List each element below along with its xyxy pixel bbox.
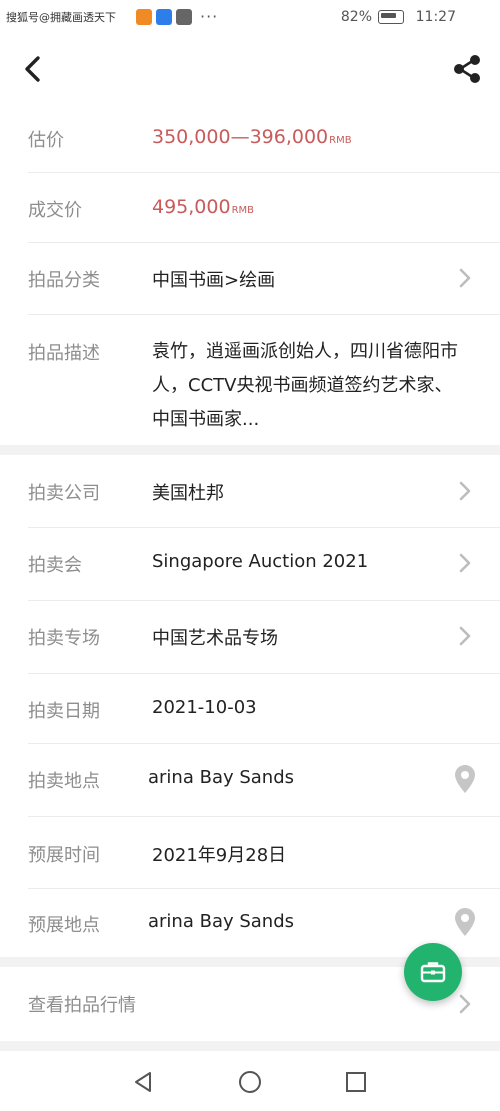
auction-session-value: 中国艺术品专场	[152, 628, 278, 649]
chevron-right-icon	[459, 626, 471, 646]
category-value: 中国书画>绘画	[152, 270, 276, 291]
nav-home-icon[interactable]	[239, 1071, 261, 1093]
nav-recents-icon[interactable]	[346, 1072, 366, 1092]
preview-location-value: arina Bay Sands	[148, 911, 295, 932]
nav-back-icon[interactable]	[133, 1071, 153, 1093]
estimate-value: 350,000—396,000RMB	[152, 126, 352, 148]
category-row[interactable]: 拍品分类 中国书画>绘画	[0, 242, 500, 314]
sold-price-label: 成交价	[28, 200, 82, 221]
app-notification-icon	[156, 9, 172, 25]
auction-location-value: arina Bay Sands	[148, 767, 295, 788]
auction-date-row: 拍卖日期 2021-10-03	[0, 673, 500, 743]
system-nav-bar	[0, 1051, 500, 1111]
battery-icon	[378, 10, 404, 24]
briefcase-icon	[420, 962, 446, 983]
chevron-left-icon[interactable]	[16, 52, 50, 86]
market-label: 查看拍品行情	[28, 995, 136, 1016]
sold-price-amount: 495,000	[152, 196, 231, 218]
auction-company-row[interactable]: 拍卖公司 美国杜邦	[0, 455, 500, 527]
auction-session-label: 拍卖专场	[28, 628, 100, 649]
sold-price-row: 成交价 495,000RMB	[0, 172, 500, 242]
location-pin-icon[interactable]	[454, 907, 476, 937]
top-app-bar	[0, 36, 500, 102]
battery-percent: 82%	[340, 9, 372, 25]
chevron-right-icon	[459, 553, 471, 573]
app-notification-icon	[176, 9, 192, 25]
location-pin-icon[interactable]	[454, 764, 476, 794]
auction-company-value: 美国杜邦	[152, 483, 224, 504]
chevron-right-icon	[459, 994, 471, 1014]
preview-time-label: 预展时间	[28, 845, 100, 866]
app-notification-icon	[136, 9, 152, 25]
status-bar: 搜狐号@拥藏画透天下 ··· 82% 11:27	[0, 0, 500, 36]
estimate-row: 估价 350,000—396,000RMB	[0, 102, 500, 172]
preview-location-label: 预展地点	[28, 915, 100, 936]
estimate-amount: 350,000—396,000	[152, 126, 329, 148]
auction-date-label: 拍卖日期	[28, 701, 100, 722]
auction-info-card: 拍卖公司 美国杜邦 拍卖会 Singapore Auction 2021 拍卖专…	[0, 455, 500, 957]
description-row: 拍品描述 袁竹，逍遥画派创始人，四川省德阳市人，CCTV央视书画频道签约艺术家、…	[0, 314, 500, 445]
chevron-right-icon	[459, 481, 471, 501]
status-carrier-text: 搜狐号@拥藏画透天下	[6, 11, 116, 24]
preview-time-value: 2021年9月28日	[152, 845, 287, 866]
status-battery-group: 82%	[341, 9, 404, 25]
status-app-icons	[136, 9, 192, 25]
auction-location-row[interactable]: 拍卖地点 arina Bay Sands	[0, 743, 500, 816]
description-label: 拍品描述	[28, 343, 100, 364]
category-label: 拍品分类	[28, 270, 100, 291]
auction-sale-value: Singapore Auction 2021	[152, 551, 369, 572]
description-value: 袁竹，逍遥画派创始人，四川省德阳市人，CCTV央视书画频道签约艺术家、中国书画家…	[152, 341, 458, 430]
preview-time-row: 预展时间 2021年9月28日	[0, 816, 500, 888]
more-notifications-icon: ···	[200, 7, 219, 26]
auction-session-row[interactable]: 拍卖专场 中国艺术品专场	[0, 600, 500, 673]
auction-sale-label: 拍卖会	[28, 555, 82, 576]
share-icon[interactable]	[450, 52, 484, 86]
auction-date-value: 2021-10-03	[152, 697, 257, 718]
chevron-right-icon	[459, 268, 471, 288]
estimate-label: 估价	[28, 130, 64, 151]
auction-sale-row[interactable]: 拍卖会 Singapore Auction 2021	[0, 527, 500, 600]
status-time: 11:27	[415, 9, 456, 25]
estimate-unit: RMB	[329, 135, 352, 146]
briefcase-fab-button[interactable]	[404, 943, 462, 1001]
sold-price-value: 495,000RMB	[152, 196, 254, 218]
auction-location-label: 拍卖地点	[28, 771, 100, 792]
lot-info-card: 估价 350,000—396,000RMB 成交价 495,000RMB 拍品分…	[0, 102, 500, 445]
auction-company-label: 拍卖公司	[28, 483, 100, 504]
sold-price-unit: RMB	[231, 205, 255, 216]
